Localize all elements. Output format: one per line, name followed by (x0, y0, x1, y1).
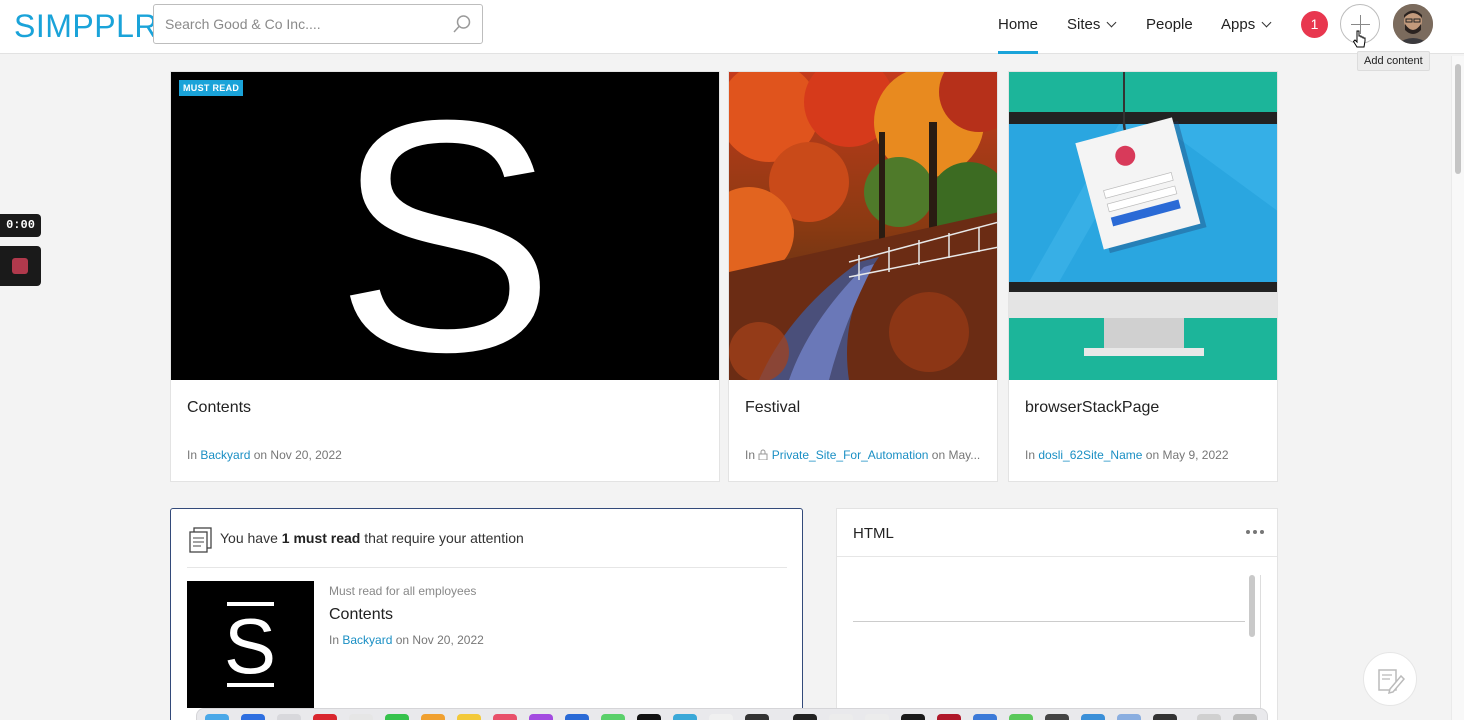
notifications-badge[interactable]: 1 (1301, 11, 1328, 38)
site-link[interactable]: Private_Site_For_Automation (772, 448, 929, 462)
must-read-count: 1 must read (281, 530, 361, 546)
site-link[interactable]: Backyard (342, 633, 392, 647)
html-widget: HTML (836, 508, 1278, 720)
chrome-icon[interactable] (973, 714, 997, 720)
app-icon[interactable] (1117, 714, 1141, 720)
widget-scrollbar[interactable] (1249, 575, 1255, 637)
stop-icon (12, 258, 28, 274)
app-icon[interactable] (421, 714, 445, 720)
page-scrollbar[interactable] (1451, 56, 1464, 720)
card-title[interactable]: Contents (187, 399, 251, 417)
edit-icon (1378, 669, 1406, 695)
user-avatar[interactable] (1393, 4, 1433, 44)
app-icon[interactable] (901, 714, 925, 720)
app-icon[interactable] (565, 714, 589, 720)
app-icon[interactable] (1009, 714, 1033, 720)
app-icon[interactable] (793, 714, 817, 720)
trash-icon[interactable] (1233, 714, 1257, 720)
svg-text:S: S (335, 72, 555, 380)
must-read-badge: MUST READ (179, 80, 244, 96)
add-content-tooltip: Add content (1357, 51, 1430, 71)
app-icon[interactable] (493, 714, 517, 720)
divider (837, 556, 1277, 557)
app-icon[interactable] (1081, 714, 1105, 720)
recording-timer: 0:00 (0, 214, 41, 237)
must-read-thumbnail[interactable]: S (187, 581, 314, 708)
horizontal-rule (853, 621, 1245, 622)
html-widget-title: HTML (853, 525, 894, 542)
app-icon[interactable] (1153, 714, 1177, 720)
card-image[interactable] (729, 72, 997, 380)
messages-icon[interactable] (601, 714, 625, 720)
nav-sites-label: Sites (1067, 16, 1101, 33)
card-title[interactable]: Festival (745, 399, 800, 417)
terminal-icon[interactable] (637, 714, 661, 720)
search-input[interactable] (154, 5, 434, 43)
card-meta: In dosli_62Site_Name on May 9, 2022 (1025, 448, 1229, 462)
phishing-monitor-image (1009, 72, 1277, 380)
app-icon[interactable] (937, 714, 961, 720)
must-read-summary: You have 1 must read that require your a… (220, 530, 524, 546)
nav-sites[interactable]: Sites (1067, 16, 1117, 33)
edit-page-button[interactable] (1363, 652, 1417, 706)
nav-home[interactable]: Home (998, 16, 1038, 33)
card-image[interactable] (1009, 72, 1277, 380)
notes-icon[interactable] (457, 714, 481, 720)
card-meta: In Private_Site_For_Automation on May... (745, 448, 981, 462)
card-meta: In Backyard on Nov 20, 2022 (187, 448, 342, 462)
app-store-icon[interactable] (241, 714, 265, 720)
nav-apps[interactable]: Apps (1221, 16, 1272, 33)
autumn-path-image (729, 72, 997, 380)
divider (187, 567, 787, 568)
scrollbar-thumb[interactable] (1455, 64, 1461, 174)
site-link[interactable]: Backyard (200, 448, 250, 462)
card-title[interactable]: browserStackPage (1025, 399, 1159, 417)
whatsapp-icon[interactable] (385, 714, 409, 720)
more-options-icon[interactable] (1245, 529, 1265, 535)
chevron-down-icon (1261, 17, 1272, 28)
simpplr-s-logo-image: S (224, 602, 276, 690)
lock-icon (758, 449, 768, 461)
app-icon[interactable] (277, 714, 301, 720)
app-icon[interactable] (745, 714, 769, 720)
featured-card-festival[interactable]: Festival In Private_Site_For_Automation … (728, 71, 998, 482)
html-widget-content[interactable] (853, 575, 1261, 720)
app-icon[interactable] (709, 714, 733, 720)
simpplr-s-logo-image: S (335, 72, 555, 380)
app-icon[interactable] (313, 714, 337, 720)
app-icon[interactable] (865, 714, 889, 720)
must-read-panel: You have 1 must read that require your a… (170, 508, 803, 720)
documents-icon (189, 527, 212, 553)
must-read-title[interactable]: Contents (329, 606, 393, 624)
top-navigation-bar: SIMPPLR Home Sites People Apps 1 (0, 0, 1464, 54)
chevron-down-icon (1106, 17, 1117, 28)
svg-text:S: S (224, 602, 276, 690)
downloads-icon[interactable] (1197, 714, 1221, 720)
nav-people[interactable]: People (1146, 16, 1193, 33)
nav-apps-label: Apps (1221, 16, 1256, 33)
app-icon[interactable] (349, 714, 373, 720)
macos-dock (196, 708, 1268, 720)
nav-home-active-indicator (998, 51, 1038, 54)
card-image[interactable]: S (171, 72, 719, 380)
finder-icon[interactable] (205, 714, 229, 720)
simpplr-logo[interactable]: SIMPPLR (14, 8, 158, 45)
featured-card-browserstackpage[interactable]: browserStackPage In dosli_62Site_Name on… (1008, 71, 1278, 482)
app-icon[interactable] (829, 714, 853, 720)
site-link[interactable]: dosli_62Site_Name (1038, 448, 1142, 462)
search-box[interactable] (153, 4, 483, 44)
podcasts-icon[interactable] (529, 714, 553, 720)
must-read-audience: Must read for all employees (329, 584, 477, 598)
must-read-meta: In Backyard on Nov 20, 2022 (329, 633, 484, 647)
mouse-pointer-icon (1352, 30, 1366, 48)
stop-recording-button[interactable] (0, 246, 41, 286)
featured-card-contents[interactable]: S MUST READ Contents In Backyard on Nov … (170, 71, 720, 482)
app-icon[interactable] (1045, 714, 1069, 720)
app-icon[interactable] (673, 714, 697, 720)
search-icon[interactable] (452, 14, 472, 34)
